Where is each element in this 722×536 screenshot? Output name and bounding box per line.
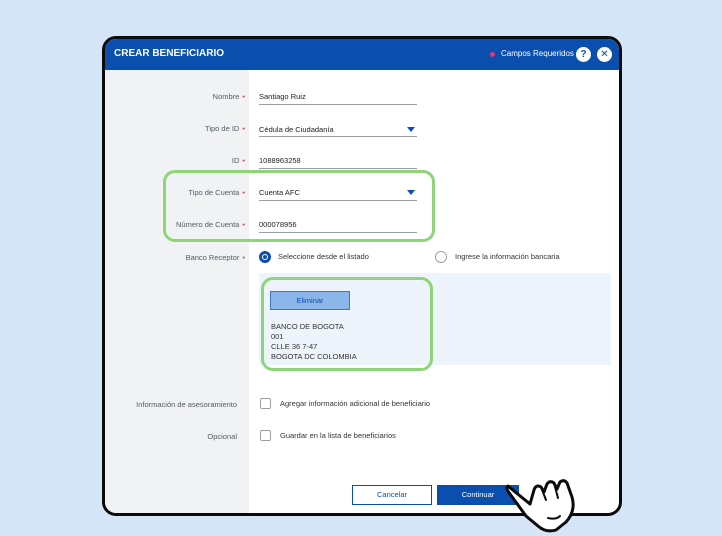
dialog-titlebar: CREAR BENEFICIARIO Campos Requeridos ? ✕: [105, 39, 619, 70]
account-fields-highlight: [163, 170, 435, 242]
pointer-hand-icon: [505, 479, 575, 533]
label-column: [105, 70, 249, 513]
guardar-lista-checkbox-label: Guardar en la lista de beneficiarios: [280, 431, 396, 440]
required-mark: •: [242, 92, 245, 101]
banco-receptor-label: Banco Receptor •: [185, 253, 245, 262]
asesoramiento-label: Información de asesoramiento: [136, 400, 237, 409]
radio-ingrese-informacion-label: Ingrese la información bancaria: [455, 252, 560, 261]
id-label: ID •: [231, 156, 245, 165]
tipo-id-select[interactable]: Cédula de Ciudadanía: [259, 125, 334, 134]
nombre-underline: [259, 104, 417, 105]
tipo-id-label: Tipo de ID •: [205, 124, 245, 133]
dialog-title: CREAR BENEFICIARIO: [114, 48, 225, 59]
required-fields-note: Campos Requeridos: [501, 49, 574, 58]
radio-seleccione-listado-label: Seleccione desde el listado: [278, 252, 369, 261]
opcional-label: Opcional: [207, 432, 237, 441]
bank-details-highlight: [261, 277, 433, 371]
cancel-button[interactable]: Cancelar: [352, 485, 432, 505]
nombre-label: Nombre •: [212, 92, 245, 101]
id-input[interactable]: 1088963258: [259, 156, 301, 165]
required-dot-icon: [490, 52, 495, 57]
asesoramiento-checkbox-label: Agregar información adicional de benefic…: [280, 399, 431, 408]
tipo-id-underline: [259, 136, 417, 137]
close-icon[interactable]: ✕: [597, 47, 612, 62]
id-underline: [259, 168, 417, 169]
chevron-down-icon[interactable]: [407, 127, 415, 132]
nombre-input[interactable]: Santiago Ruiz: [259, 92, 306, 101]
radio-seleccione-listado[interactable]: [259, 251, 271, 263]
radio-ingrese-informacion[interactable]: [435, 251, 447, 263]
help-icon[interactable]: ?: [576, 47, 591, 62]
crear-beneficiario-dialog: CREAR BENEFICIARIO Campos Requeridos ? ✕…: [102, 36, 622, 516]
asesoramiento-checkbox[interactable]: [260, 398, 271, 409]
guardar-lista-checkbox[interactable]: [260, 430, 271, 441]
